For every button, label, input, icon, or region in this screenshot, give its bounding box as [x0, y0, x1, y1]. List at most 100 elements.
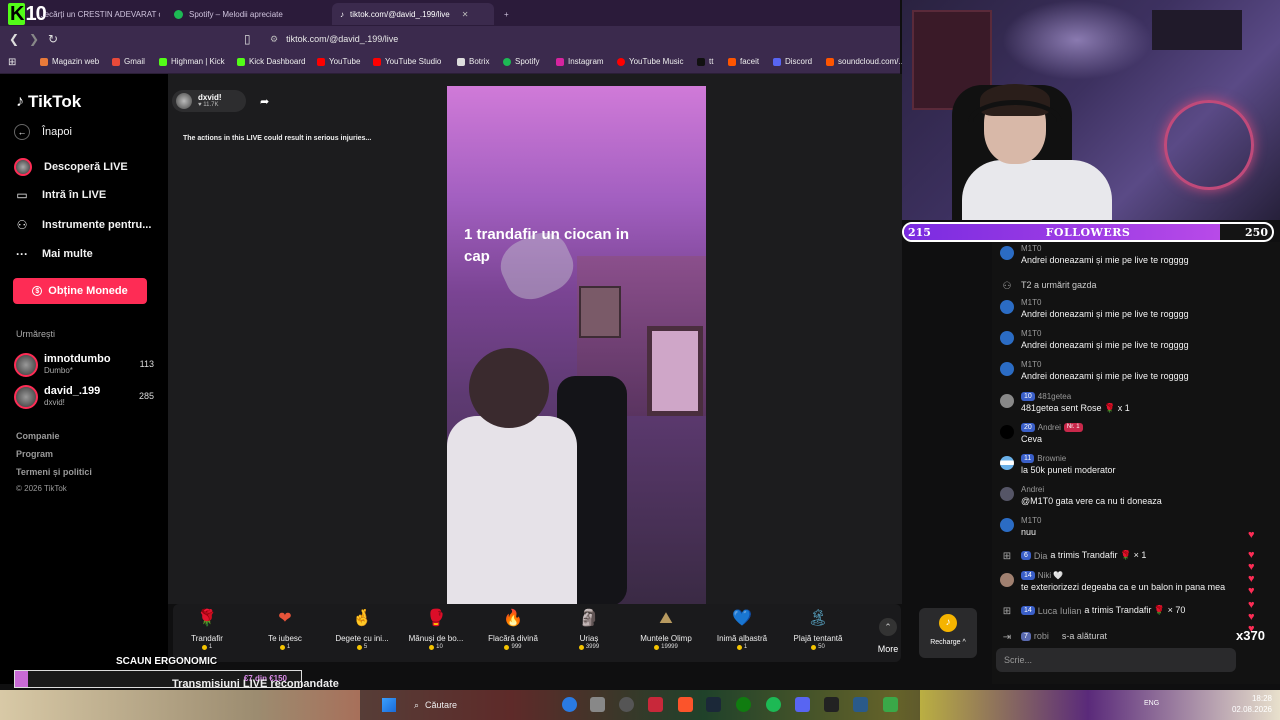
search-icon: ⌕ [414, 699, 420, 710]
avatar [14, 385, 38, 409]
brave-icon[interactable] [678, 697, 693, 712]
footer-link-company[interactable]: Companie [16, 431, 60, 441]
level-badge: 14 [1021, 571, 1035, 580]
bookmark-item[interactable]: Instagram [556, 57, 604, 66]
edge-icon[interactable] [562, 697, 577, 712]
sidebar-item-go-live[interactable]: ▭ Intră în LIVE [14, 188, 106, 202]
bookmark-icon[interactable]: ▯ [244, 32, 251, 46]
language-indicator[interactable]: ENG [1144, 700, 1159, 707]
explorer-icon[interactable] [590, 697, 605, 712]
gift-item[interactable]: 🥊 Mănuși de bo... 10 [400, 608, 472, 660]
voice-app-icon[interactable] [648, 697, 663, 712]
kick-icon [237, 57, 245, 66]
bookmark-item[interactable]: soundcloud.com/... [826, 57, 905, 66]
more-gifts-button[interactable]: ⌃ More [869, 618, 907, 654]
bookmark-item[interactable]: tt [697, 57, 713, 66]
gift-item[interactable]: 🤞 Degete cu ini... 5 [326, 608, 398, 660]
level-badge: 10 [1021, 392, 1035, 401]
gift-item[interactable]: 🔥 Flacără divină 999 [477, 608, 549, 660]
sidebar-item-discover-live[interactable]: Descoperă LIVE [14, 158, 128, 176]
footer-link-program[interactable]: Program [16, 449, 53, 459]
url-field[interactable]: ⚙ tiktok.com/@david_.199/live [270, 31, 890, 47]
recharge-button[interactable]: ♪ Recharge ^ [919, 608, 977, 658]
chat-input-box [996, 648, 1236, 672]
tools-icon: ⚇ [16, 218, 28, 232]
bookmark-item[interactable]: Magazin web [40, 57, 99, 66]
obs-icon[interactable] [619, 697, 634, 712]
gift-item[interactable]: ❤ Te iubesc 1 [249, 608, 321, 660]
bookmark-item[interactable]: YouTube Studio [373, 57, 441, 66]
join-icon: ⇥ [1002, 632, 1012, 643]
bookmark-item[interactable]: Discord [773, 57, 812, 66]
instagram-icon [556, 57, 564, 66]
gift-item[interactable]: 🌹 Trandafir 1 [171, 608, 243, 660]
bookmark-item[interactable]: YouTube Music [617, 57, 684, 66]
bookmark-item[interactable]: YouTube [317, 57, 360, 66]
reload-icon[interactable]: ↻ [48, 32, 58, 46]
coin-icon: $ [32, 286, 43, 296]
host-info[interactable]: dxvid! ♥ 11.7K [172, 90, 246, 112]
level-badge: 11 [1021, 454, 1035, 463]
chevron-up-icon: ⌃ [879, 618, 897, 636]
discord-icon[interactable] [795, 697, 810, 712]
gift-item[interactable]: 🗿 Uriaș 3999 [553, 608, 625, 660]
followers-goal-bar: FOLLOWERS 215 250 [902, 222, 1274, 242]
forward-arrow-icon[interactable]: ❯ [29, 32, 39, 46]
sidebar-item-more[interactable]: ··· Mai multe [14, 247, 93, 261]
system-clock[interactable]: 18:28 02.08.2026 [1220, 693, 1272, 715]
back-arrow-icon[interactable]: ❮ [9, 32, 19, 46]
spotify-icon [503, 57, 511, 66]
new-tab-button[interactable]: + [496, 3, 517, 25]
bookmark-item[interactable]: Highman | Kick [159, 57, 225, 66]
steam-icon[interactable] [706, 697, 721, 712]
browser-tab-tiktok[interactable]: ♪ tiktok.com/@david_.199/live ✕ [332, 3, 494, 25]
youtube-studio-icon [373, 57, 381, 66]
heart-icon: ♥ [1248, 611, 1255, 623]
capcut-icon[interactable] [824, 697, 839, 712]
avatar [1000, 300, 1014, 314]
sidebar-item-creator-tools[interactable]: ⚇ Instrumente pentru... [14, 218, 152, 232]
following-item[interactable]: imnotdumbo Dumbo* 113 [14, 352, 154, 378]
bookmark-item[interactable]: Gmail [112, 57, 145, 66]
soundcloud-icon [826, 57, 834, 66]
bookmark-item[interactable]: Kick Dashboard [237, 57, 305, 66]
windows-start-icon[interactable] [382, 698, 396, 712]
following-item[interactable]: david_.199 dxvid! 285 [14, 384, 154, 410]
taskbar-search[interactable]: ⌕ Căutare [414, 695, 554, 715]
tiktok-tab-icon: ♪ [340, 9, 344, 19]
site-info-icon[interactable]: ⚙ [270, 34, 278, 45]
boxing-gloves-icon: 🥊 [426, 610, 446, 627]
footer-link-terms[interactable]: Termeni și politici [16, 467, 92, 477]
avatar [1000, 394, 1014, 408]
bookmark-item[interactable]: Spotify [503, 57, 539, 66]
live-warning: The actions in this LIVE could result in… [183, 135, 372, 142]
coin-icon [201, 644, 207, 650]
level-badge: 20 [1021, 423, 1035, 432]
app-icon[interactable] [853, 697, 868, 712]
minecraft-icon[interactable] [883, 697, 898, 712]
spotify-icon[interactable] [766, 697, 781, 712]
browser-tab-spotify[interactable]: Spotify – Melodii apreciate [166, 3, 326, 25]
gift-item[interactable]: ⛰ Muntele Olimp 19999 [630, 608, 702, 660]
avatar [1000, 425, 1014, 439]
close-tab-icon[interactable]: ✕ [462, 10, 469, 19]
gift-box-icon: ⊞ [1002, 606, 1012, 617]
chat-input[interactable] [1004, 653, 1204, 667]
bookmark-item[interactable]: Botrix [457, 57, 489, 66]
get-coins-button[interactable]: $ Obține Monede [13, 278, 147, 304]
browser-address-bar: ❮ ❯ ↻ ▯ ⚙ tiktok.com/@david_.199/live [0, 26, 900, 52]
coin-icon [811, 644, 817, 650]
following-title: Urmărești [16, 329, 56, 339]
back-link[interactable]: ← Înapoi [14, 124, 72, 140]
donation-goal-title: SCAUN ERGONOMIC [116, 656, 218, 667]
browser-tab[interactable]: ...ecărți un CRESTIN ADEVARAT c... [30, 3, 160, 25]
followers-goal-end: 250 [1245, 226, 1268, 239]
tiktok-logo[interactable]: ♪ TikTok [16, 92, 81, 112]
gift-item[interactable]: 💙 Inimă albastră 1 [706, 608, 778, 660]
xbox-icon[interactable] [736, 697, 751, 712]
bookmark-item[interactable]: faceit [728, 57, 759, 66]
apps-grid-icon[interactable]: ⊞ [8, 57, 16, 68]
live-video[interactable]: 1 trandafir un ciocan in cap [447, 86, 706, 604]
gift-item[interactable]: 🏝 Plajă tentantă 50 [782, 608, 854, 660]
share-icon[interactable]: ➦ [260, 95, 269, 108]
